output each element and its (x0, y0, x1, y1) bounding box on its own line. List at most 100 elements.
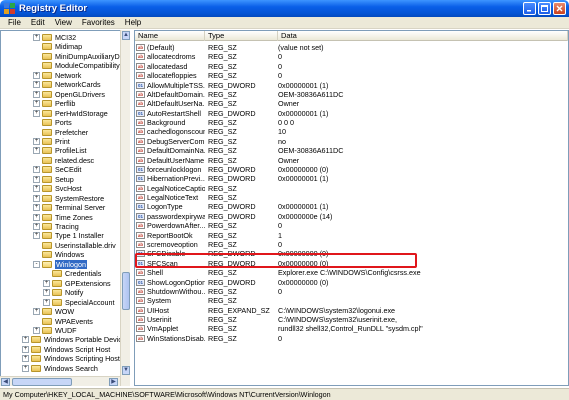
tree-node[interactable]: + Windows Search (22, 364, 98, 373)
value-row[interactable]: ab DebugServerCom... REG_SZ no (135, 137, 565, 146)
value-row[interactable]: ab ReportBootOk REG_SZ 1 (135, 231, 565, 240)
value-row[interactable]: ab Background REG_SZ 0 0 0 (135, 118, 565, 127)
expand-icon[interactable]: + (33, 34, 40, 41)
scroll-down-arrow[interactable]: ▼ (122, 366, 130, 375)
expand-icon[interactable]: + (33, 223, 40, 230)
menu-file[interactable]: File (3, 18, 26, 27)
menu-edit[interactable]: Edit (26, 18, 50, 27)
value-row[interactable]: ab AltDefaultUserNa... REG_SZ Owner (135, 99, 565, 108)
tree-node[interactable]: + WUDF (33, 326, 77, 335)
column-data-header[interactable]: Data (278, 31, 568, 41)
expand-icon[interactable]: + (22, 336, 29, 344)
registry-tree[interactable]: + MCI32 Midimap MiniDumpAuxiliaryD ModuleCom… (0, 30, 130, 386)
value-row[interactable]: 01 AutoRestartShell REG_DWORD 0x00000001 (1… (135, 109, 565, 118)
menu-favorites[interactable]: Favorites (77, 18, 120, 27)
tree-node[interactable]: Ports (33, 118, 72, 127)
value-row[interactable]: ab allocatedasd REG_SZ 0 (135, 62, 565, 71)
tree-node[interactable]: + Time Zones (33, 213, 93, 222)
expand-icon[interactable]: + (33, 71, 40, 79)
tree-node[interactable]: + Perflib (33, 99, 75, 108)
value-row[interactable]: ab VmApplet REG_SZ rundll32 shell32,Control… (135, 324, 565, 333)
tree-node[interactable]: Windows (33, 250, 84, 259)
tree-node[interactable]: Userinstallable.driv (33, 241, 116, 250)
expand-icon[interactable]: + (33, 137, 40, 145)
tree-node[interactable]: WPAEvents (33, 317, 93, 326)
expand-icon[interactable]: + (33, 90, 40, 98)
value-row[interactable]: 01 ShowLogonOptions REG_DWORD 0x00000000 (0… (135, 278, 565, 287)
tree-node[interactable]: + Print (33, 137, 70, 146)
tree-node[interactable]: + Tracing (33, 222, 79, 231)
expand-icon[interactable]: + (33, 308, 40, 316)
column-type-header[interactable]: Type (205, 31, 278, 41)
value-row[interactable]: ab ShutdownWithou... REG_SZ 0 (135, 287, 565, 296)
tree-node[interactable]: + SystemRestore (33, 194, 104, 203)
expand-icon[interactable]: + (33, 100, 40, 108)
value-row[interactable]: ab cachedlogonscount REG_SZ 10 (135, 127, 565, 136)
tree-node[interactable]: related.desc (33, 156, 94, 165)
value-row[interactable]: ab System REG_SZ (135, 296, 565, 305)
value-row[interactable]: ab PowerdownAfter... REG_SZ 0 (135, 221, 565, 230)
value-row[interactable]: ab scremoveoption REG_SZ 0 (135, 240, 565, 249)
tree-node[interactable]: + NetworkCards (33, 80, 101, 89)
tree-node[interactable]: Midimap (33, 42, 82, 51)
menu-help[interactable]: Help (120, 18, 146, 27)
tree-node[interactable]: Prefetcher (33, 128, 88, 137)
tree-node[interactable]: + Network (33, 71, 81, 80)
value-row[interactable]: 01 AllowMultipleTSS... REG_DWORD 0x00000001… (135, 81, 565, 90)
value-row[interactable]: ab LegalNoticeCaption REG_SZ (135, 184, 565, 193)
expand-icon[interactable]: + (22, 364, 29, 372)
tree-node[interactable]: + SvcHost (33, 184, 82, 193)
tree-node[interactable]: ModuleCompatibility (33, 61, 120, 70)
tree-node[interactable]: + PerHwIdStorage (33, 109, 108, 118)
column-name-header[interactable]: Name (135, 31, 205, 41)
expand-icon[interactable]: + (33, 326, 40, 334)
value-row[interactable]: 01 LogonType REG_DWORD 0x00000001 (1) (135, 202, 565, 211)
tree-node[interactable]: + MCI32 (33, 33, 76, 42)
tree-node[interactable]: + SpecialAccount (43, 298, 115, 307)
expand-icon[interactable]: + (33, 147, 40, 155)
value-row[interactable]: ab UIHost REG_EXPAND_SZ C:\WINDOWS\system32… (135, 306, 565, 315)
scroll-up-arrow[interactable]: ▲ (122, 31, 130, 40)
value-row[interactable]: ab allocatefloppies REG_SZ 0 (135, 71, 565, 80)
expand-icon[interactable]: + (33, 175, 40, 183)
value-row[interactable]: ab WinStationsDisab... REG_SZ 0 (135, 334, 565, 343)
tree-node[interactable]: + WOW (33, 307, 74, 316)
tree-node[interactable]: + SeCEdit (33, 165, 81, 174)
values-list[interactable]: Name Type Data ab (Default) REG_SZ (value n… (134, 30, 569, 386)
tree-node[interactable]: + ProfileList (33, 146, 87, 155)
scroll-right-arrow[interactable]: ▶ (109, 378, 118, 386)
expand-icon[interactable]: + (33, 109, 40, 117)
close-button[interactable] (553, 2, 566, 15)
tree-node[interactable]: + Type 1 Installer (33, 231, 104, 240)
tree-node[interactable]: + Setup (33, 175, 74, 184)
value-row[interactable]: ab (Default) REG_SZ (value not set) (135, 43, 565, 52)
tree-node[interactable]: + Windows Scripting Host (22, 354, 120, 363)
tree-horizontal-scrollbar[interactable]: ◀ ▶ (0, 376, 120, 386)
expand-icon[interactable]: + (33, 204, 40, 212)
maximize-button[interactable] (538, 2, 551, 15)
value-row[interactable]: ab AltDefaultDomain... REG_SZ OEM-30836A611… (135, 90, 565, 99)
hscroll-thumb[interactable] (12, 378, 72, 386)
scroll-thumb[interactable] (122, 272, 130, 310)
value-row[interactable]: 01 forceunlocklogon REG_DWORD 0x00000000 (0… (135, 165, 565, 174)
expand-icon[interactable]: + (33, 194, 40, 202)
tree-node[interactable]: + GPExtensions (43, 279, 111, 288)
value-row[interactable]: ab DefaultUserName REG_SZ Owner (135, 156, 565, 165)
expand-icon[interactable]: + (33, 213, 40, 221)
tree-node[interactable]: Credentials (43, 269, 101, 278)
collapse-icon[interactable]: - (33, 260, 40, 268)
scroll-left-arrow[interactable]: ◀ (1, 378, 10, 386)
tree-node[interactable]: + Windows Portable Devices (22, 335, 129, 344)
title-bar[interactable]: Registry Editor (0, 0, 569, 17)
expand-icon[interactable]: + (33, 81, 40, 89)
expand-icon[interactable]: + (33, 166, 40, 174)
tree-node[interactable]: + OpenGLDrivers (33, 90, 105, 99)
value-row[interactable]: ab Shell REG_SZ Explorer.exe C:\WINDOWS\Con… (135, 268, 565, 277)
value-row[interactable]: ab LegalNoticeText REG_SZ (135, 193, 565, 202)
tree-node[interactable]: + Notify (43, 288, 83, 297)
tree-node[interactable]: + Terminal Server (33, 203, 105, 212)
value-row[interactable]: 01 HibernationPrevi... REG_DWORD 0x00000001… (135, 174, 565, 183)
expand-icon[interactable]: + (43, 289, 50, 297)
value-row[interactable]: 01passwordexpirywa...REG_DWORD 0x0000000e… (135, 212, 565, 221)
expand-icon[interactable]: + (43, 298, 50, 306)
